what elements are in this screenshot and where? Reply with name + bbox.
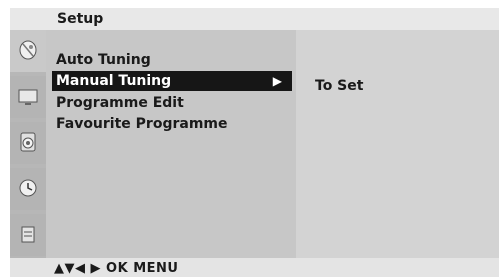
page-title: Setup: [57, 11, 104, 27]
tv-screen-icon: [18, 89, 38, 105]
menu-item-manual-tuning[interactable]: Manual Tuning ▶: [52, 71, 292, 91]
menu-item-label: Auto Tuning: [56, 52, 151, 68]
menu-item-label: Favourite Programme: [56, 116, 228, 132]
category-sound[interactable]: [10, 122, 46, 164]
clock-icon: [19, 179, 37, 197]
category-special[interactable]: [10, 214, 46, 256]
navigation-hint: ▲▼◀ ▶ OK MENU: [54, 261, 179, 276]
menu-item-favourite-programme[interactable]: Favourite Programme: [52, 114, 292, 134]
menu-panel: Auto Tuning Manual Tuning ▶ Programme Ed…: [46, 30, 296, 258]
menu-item-label: Manual Tuning: [56, 73, 172, 89]
satellite-dish-icon: [19, 40, 37, 60]
lock-icon: [21, 226, 35, 243]
menu-item-label: Programme Edit: [56, 95, 184, 111]
speaker-icon: [20, 132, 36, 152]
category-picture[interactable]: [10, 76, 46, 118]
submenu-arrow-icon: ▶: [272, 74, 282, 88]
menu-item-programme-edit[interactable]: Programme Edit: [52, 93, 292, 113]
navigation-hint-bar: ▲▼◀ ▶ OK MENU: [10, 258, 499, 277]
category-time[interactable]: [10, 168, 46, 210]
title-bar: Setup: [10, 8, 499, 30]
submenu-panel: To Set: [296, 30, 499, 258]
category-setup[interactable]: [10, 30, 46, 72]
category-icon-column: [10, 30, 46, 258]
menu-item-auto-tuning[interactable]: Auto Tuning: [52, 50, 292, 70]
submenu-option-to-set[interactable]: To Set: [315, 78, 363, 94]
